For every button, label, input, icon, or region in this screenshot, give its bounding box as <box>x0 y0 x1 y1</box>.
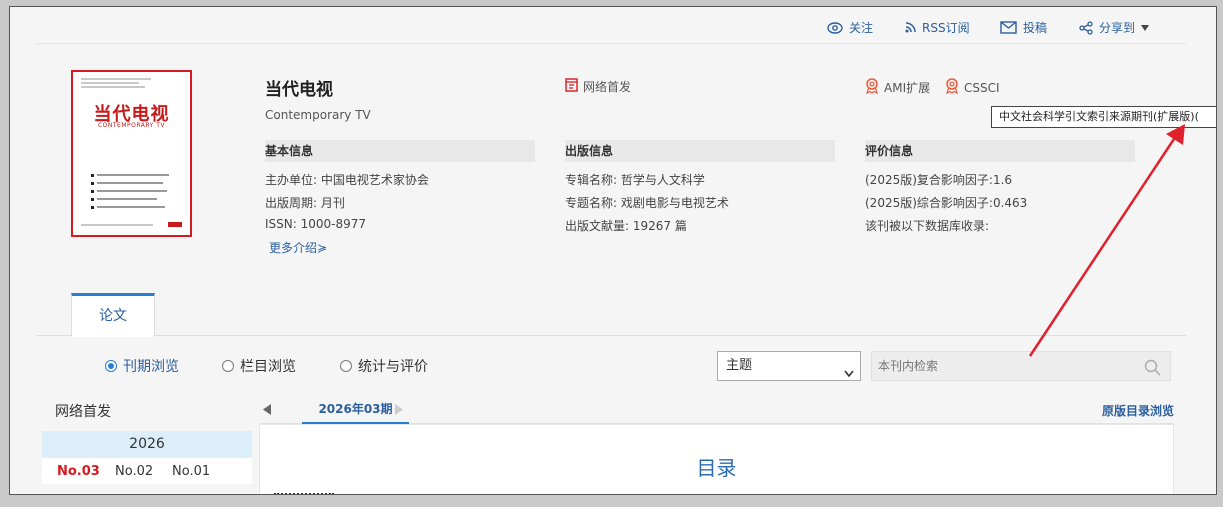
annotation-arrow-icon <box>1028 124 1185 357</box>
